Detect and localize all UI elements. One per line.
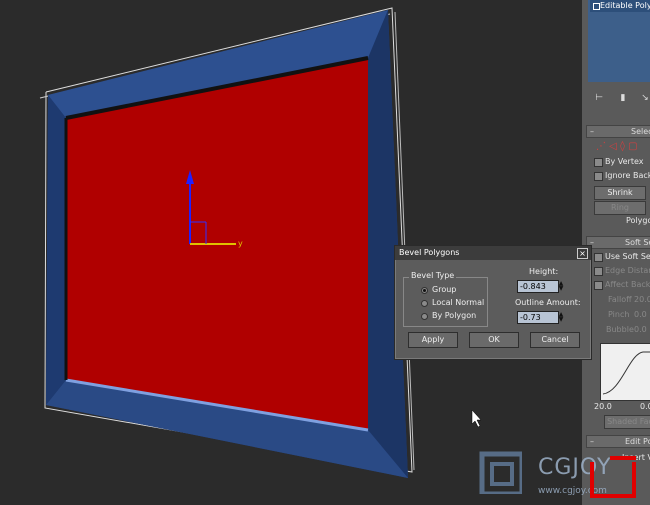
- cancel-button[interactable]: Cancel: [530, 332, 580, 348]
- bevel-type-label: Bevel Type: [409, 271, 457, 280]
- watermark-logo-icon: [479, 451, 522, 494]
- group-radio[interactable]: [421, 287, 428, 294]
- local-normal-radio[interactable]: [421, 300, 428, 307]
- falloff-label: Falloff: [608, 295, 632, 304]
- subobject-icons[interactable]: ⋰ ◁ ◊ ▢: [596, 141, 638, 152]
- graph-max-label: 0.0: [640, 402, 650, 411]
- red-annotation-box: [590, 462, 636, 498]
- modifier-stack[interactable]: Editable Poly: [588, 0, 650, 82]
- height-input[interactable]: -0.843: [517, 280, 559, 293]
- by-vertex-checkbox[interactable]: [594, 158, 603, 167]
- dialog-title: Bevel Polygons: [399, 248, 460, 257]
- mouse-cursor: [471, 409, 482, 428]
- show-end-result-icon[interactable]: ▮: [616, 92, 630, 104]
- selection-rollout-header[interactable]: –Select: [586, 125, 650, 138]
- use-soft-selection-label: Use Soft Sele: [605, 252, 650, 261]
- ignore-backfacing-label: Ignore Backf: [605, 171, 650, 180]
- edge-distance-checkbox[interactable]: [594, 267, 603, 276]
- ring-button[interactable]: Ring: [594, 201, 646, 215]
- gizmo-y-label: y: [238, 239, 243, 248]
- by-vertex-label: By Vertex: [605, 157, 644, 166]
- graph-min-label: 20.0: [594, 402, 612, 411]
- apply-button[interactable]: Apply: [408, 332, 458, 348]
- falloff-field[interactable]: 20.0: [634, 295, 650, 304]
- edge-distance-label: Edge Distan: [605, 266, 650, 275]
- soft-selection-rollout-header[interactable]: –Soft Sele: [586, 236, 650, 249]
- height-spinner-arrows[interactable]: ▲ ▼: [557, 281, 565, 292]
- stack-item-icon: [593, 3, 600, 10]
- frame-left-bevel: [46, 95, 66, 405]
- pinch-field[interactable]: 0.0: [634, 310, 647, 319]
- by-polygon-radio[interactable]: [421, 313, 428, 320]
- bevel-polygons-dialog: Bevel Polygons × Bevel Type Group Local …: [394, 245, 592, 360]
- affect-backfacing-checkbox[interactable]: [594, 281, 603, 290]
- red-annotation-box-top: [610, 456, 636, 460]
- falloff-curve-graph: [600, 343, 650, 401]
- command-panel: Editable Poly ⊢ ▮ ↘ –Select ⋰ ◁ ◊ ▢ By V…: [582, 0, 650, 505]
- dialog-titlebar[interactable]: Bevel Polygons ×: [395, 246, 591, 260]
- ignore-backfacing-checkbox[interactable]: [594, 172, 603, 181]
- pin-stack-icon[interactable]: ⊢: [592, 92, 606, 104]
- affect-backfacing-label: Affect Backf: [605, 280, 650, 289]
- shaded-face-toggle-button[interactable]: Shaded Fac: [604, 415, 650, 429]
- group-radio-label: Group: [432, 285, 457, 294]
- stack-item-editable-poly[interactable]: Editable Poly: [590, 0, 650, 12]
- outline-amount-input[interactable]: -0.73: [517, 311, 559, 324]
- bubble-field[interactable]: 0.0: [634, 325, 647, 334]
- local-normal-radio-label: Local Normal: [432, 298, 485, 307]
- polygons-selected-label: Polygo: [626, 216, 650, 225]
- edit-polygons-rollout-header[interactable]: –Edit Poly: [586, 435, 650, 448]
- close-icon[interactable]: ×: [577, 248, 588, 259]
- ok-button[interactable]: OK: [469, 332, 519, 348]
- make-unique-icon[interactable]: ↘: [638, 92, 650, 104]
- outline-spinner-arrows[interactable]: ▲ ▼: [557, 312, 565, 323]
- use-soft-selection-checkbox[interactable]: [594, 253, 603, 262]
- outline-amount-label: Outline Amount:: [515, 298, 581, 307]
- pinch-label: Pinch: [608, 310, 630, 319]
- height-label: Height:: [529, 267, 559, 276]
- by-polygon-radio-label: By Polygon: [432, 311, 477, 320]
- bubble-label: Bubble: [606, 325, 634, 334]
- watermark: CGJOY www.cgjoy.com: [478, 450, 610, 505]
- shrink-button[interactable]: Shrink: [594, 186, 646, 200]
